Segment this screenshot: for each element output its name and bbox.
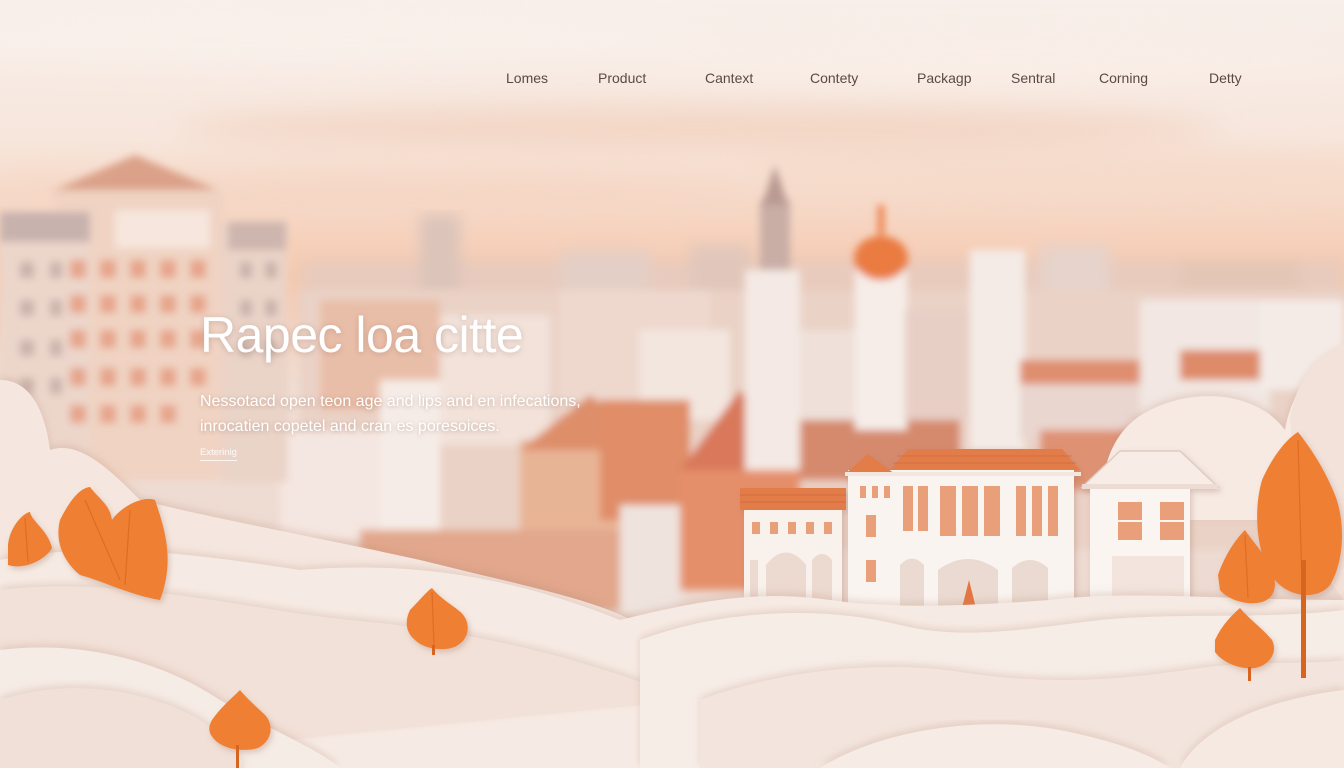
nav-item-sentral[interactable]: Sentral [1011, 70, 1055, 86]
nav-item-corning[interactable]: Corning [1099, 70, 1148, 86]
hero-background-illustration [0, 0, 1344, 768]
nav-item-packagp[interactable]: Packagp [917, 70, 971, 86]
hero-title: Rapec loa citte [200, 307, 524, 363]
hero-subtitle-line: inrocatien copetel and cran es poresoice… [200, 418, 500, 435]
hero-cta-link[interactable]: Exterinig [200, 447, 237, 461]
nav-item-detty[interactable]: Detty [1209, 70, 1242, 86]
nav-item-contety[interactable]: Contety [810, 70, 858, 86]
hero-subtitle-line: Nessotacd open teon age and lips and en … [200, 393, 581, 410]
top-nav: Lomes Product Cantext Contety Packagp Se… [0, 62, 1344, 92]
nav-item-lomes[interactable]: Lomes [506, 70, 548, 86]
nav-item-cantext[interactable]: Cantext [705, 70, 753, 86]
nav-item-product[interactable]: Product [598, 70, 646, 86]
hero-subtitle: Nessotacd open teon age and lips and en … [200, 389, 620, 439]
